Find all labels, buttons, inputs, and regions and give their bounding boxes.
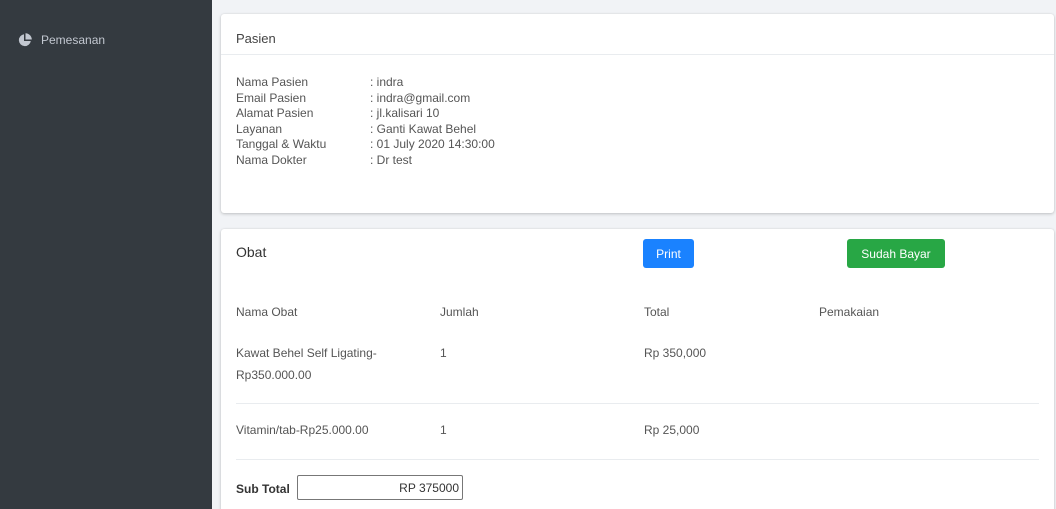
table-row-1-jumlah: 1 [440,346,447,360]
row-divider [236,459,1039,460]
subtotal-input[interactable] [297,475,463,500]
info-row-dokter: Nama Dokter : Dr test [236,153,495,169]
pasien-card-header: Pasien [221,14,1054,55]
table-row-2-total: Rp 25,000 [644,423,700,437]
table-row-2-nama: Vitamin/tab-Rp25.000.00 [236,423,369,437]
table-row-2-jumlah: 1 [440,423,447,437]
info-value: : jl.kalisari 10 [370,106,440,121]
info-row-tanggal: Tanggal & Waktu : 01 July 2020 14:30:00 [236,137,495,153]
info-value: : indra [370,75,404,89]
info-label: Nama Dokter [236,152,307,167]
info-label: Tanggal & Waktu [236,137,327,152]
info-label: Layanan [236,121,283,136]
table-row-1-nama: Kawat Behel Self Ligating- Rp350.000.00 [236,342,377,386]
sidebar-item-label: Pemesanan [41,33,106,47]
obat-title: Obat [236,244,267,260]
obat-card: Obat Print Sudah Bayar Nama Obat Jumlah … [221,229,1054,509]
info-value: : Ganti Kawat Behel [370,121,477,136]
row-divider [236,403,1039,404]
info-value: : 01 July 2020 14:30:00 [370,137,495,152]
sidebar-item-pemesanan[interactable]: Pemesanan [18,33,105,47]
info-label: Nama Pasien [236,75,309,89]
subtotal-label: Sub Total [236,482,290,496]
info-value: : indra@gmail.com [370,90,471,105]
info-row-alamat: Alamat Pasien : jl.kalisari 10 [236,106,495,122]
column-header-jumlah: Jumlah [440,305,479,319]
info-label: Email Pasien [236,90,307,105]
column-header-pemakaian: Pemakaian [819,305,880,319]
table-row-1-total: Rp 350,000 [644,346,707,360]
nama-obat-line: Rp350.000.00 [236,368,312,382]
print-button[interactable]: Print [643,239,694,268]
info-row-layanan: Layanan : Ganti Kawat Behel [236,122,495,138]
info-value: : Dr test [370,152,413,167]
pasien-card: Pasien Nama Pasien : indra Email Pasien … [221,14,1054,213]
info-row-nama: Nama Pasien : indra [236,75,495,91]
info-row-email: Email Pasien : indra@gmail.com [236,91,495,107]
chart-pie-icon [18,33,32,47]
pasien-info: Nama Pasien : indra Email Pasien : indra… [236,75,495,169]
column-header-nama-obat: Nama Obat [236,305,298,319]
sudah-bayar-button[interactable]: Sudah Bayar [847,239,945,268]
sidebar: Pemesanan [0,0,212,509]
column-header-total: Total [644,305,670,319]
info-label: Alamat Pasien [236,106,314,121]
nama-obat-line: Kawat Behel Self Ligating- [236,346,377,360]
